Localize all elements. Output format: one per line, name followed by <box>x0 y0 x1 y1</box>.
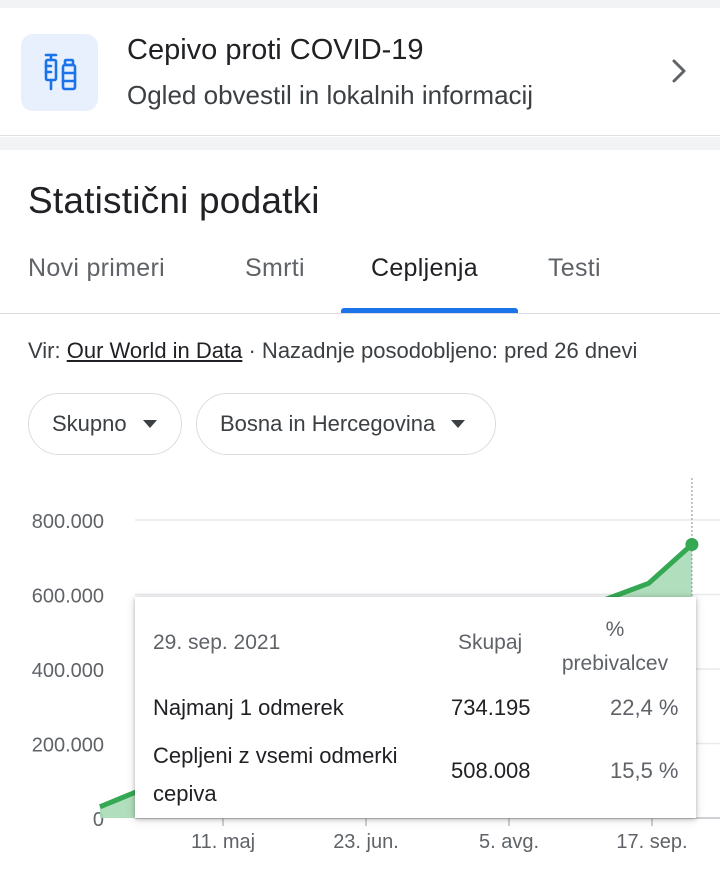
tooltip-date: 29. sep. 2021 <box>153 631 281 654</box>
region-dropdown-label: Bosna in Hercegovina <box>220 411 436 436</box>
tab-deaths[interactable]: Smrti <box>245 254 305 283</box>
tab-new-cases[interactable]: Novi primeri <box>28 254 165 283</box>
stats-tabs: Novi primeri Smrti Cepljenja Testi <box>0 240 720 314</box>
tooltip-row-value: 734.195 <box>451 695 531 720</box>
section-gap <box>0 137 720 150</box>
y-tick-label: 800.000 <box>32 511 104 533</box>
top-divider-strip <box>0 0 720 8</box>
page-title: Statistični podatki <box>28 180 320 221</box>
vaccine-card-title: Cepivo proti COVID-19 <box>127 34 424 66</box>
data-source-line: Vir: Our World in Data · Nazadnje posodo… <box>28 338 637 364</box>
y-tick-label: 200.000 <box>32 735 104 757</box>
tab-tests[interactable]: Testi <box>548 254 601 283</box>
measure-dropdown[interactable]: Skupno <box>28 393 182 455</box>
tooltip-row-label: Najmanj 1 odmerek <box>153 695 344 720</box>
y-tick-label: 400.000 <box>32 660 104 682</box>
caret-down-icon <box>142 420 157 428</box>
x-tick-label: 23. jun. <box>333 831 399 853</box>
region-dropdown[interactable]: Bosna in Hercegovina <box>196 393 496 455</box>
data-point <box>685 538 699 552</box>
tooltip-row-value: 508.008 <box>451 758 531 783</box>
tab-vaccinations[interactable]: Cepljenja <box>371 254 478 283</box>
tooltip-row-label: Cepljeni z vsemi odmerki cepiva <box>153 743 398 806</box>
source-link[interactable]: Our World in Data <box>67 338 243 363</box>
active-tab-indicator <box>341 308 518 313</box>
vaccine-info-card[interactable]: Cepivo proti COVID-19 Ogled obvestil in … <box>0 8 720 136</box>
chevron-right-icon[interactable] <box>664 56 694 86</box>
tooltip-col-total: Skupaj <box>458 631 523 654</box>
source-prefix: Vir: <box>28 338 67 363</box>
tooltip-row-percent: 15,5 % <box>610 758 679 783</box>
measure-dropdown-label: Skupno <box>52 411 127 436</box>
vaccine-icon <box>21 34 98 111</box>
y-tick-label: 600.000 <box>32 586 104 608</box>
caret-down-icon <box>451 420 466 428</box>
tooltip-row-percent: 22,4 % <box>610 695 679 720</box>
x-tick-label: 5. avg. <box>479 831 539 853</box>
x-tick-label: 11. maj <box>191 831 255 853</box>
tooltip-col-percent: % prebivalcev <box>561 618 669 675</box>
chart-tooltip: 29. sep. 2021 Skupaj % prebivalcev Najma… <box>135 597 696 818</box>
source-updated: · Nazadnje posodobljeno: pred 26 dnevi <box>242 338 638 363</box>
vaccine-card-subtitle: Ogled obvestil in lokalnih informacij <box>127 80 534 110</box>
x-tick-label: 17. sep. <box>616 831 687 853</box>
